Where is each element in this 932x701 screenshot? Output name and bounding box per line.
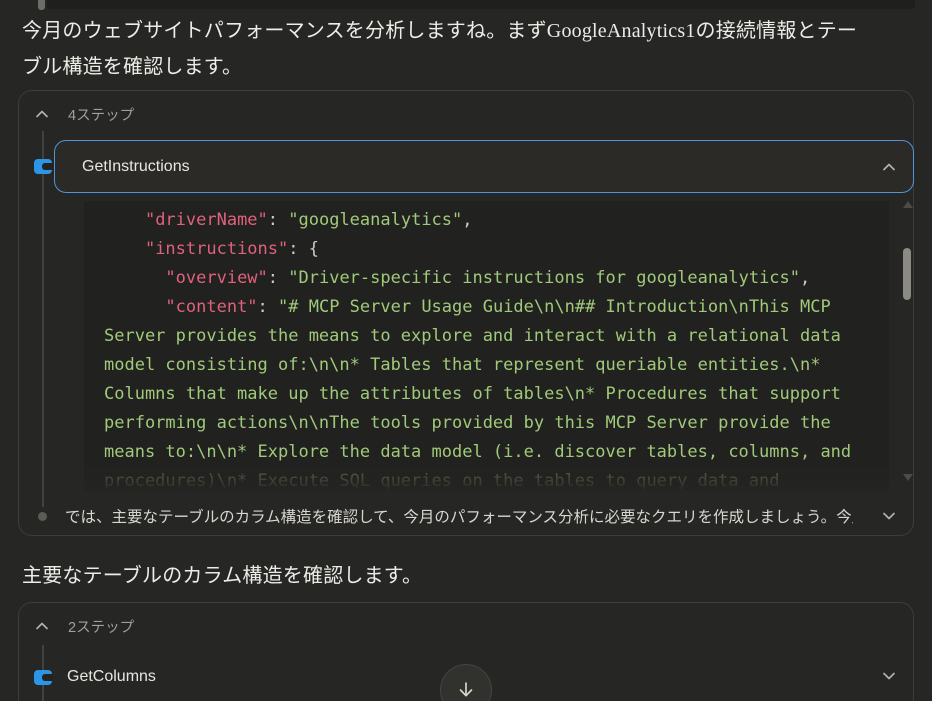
tool-name: GetColumns	[67, 668, 156, 686]
cdata-tool-icon	[34, 159, 52, 174]
cdata-tool-icon	[34, 670, 52, 685]
step-count-label: 2ステップ	[68, 616, 134, 637]
scrollbar-down-arrow-icon[interactable]	[903, 474, 913, 481]
bullet-dot-icon	[38, 512, 47, 521]
cdata-tool-icon-notch	[42, 163, 53, 170]
chat-transcript: 今月のウェブサイトパフォーマンスを分析しますね。まずGoogleAnalytic…	[0, 0, 932, 701]
tool-result-code-block[interactable]: "driverName": "googleanalytics", "instru…	[84, 201, 889, 491]
chevron-down-icon[interactable]	[881, 669, 897, 683]
tool-call-getinstructions[interactable]: GetInstructions	[54, 140, 914, 193]
steps-panel-1: 4ステップ GetInstructions "driverName": "goo…	[18, 90, 914, 536]
tool-name: GetInstructions	[82, 158, 190, 176]
code-bottom-fade	[84, 465, 889, 491]
cdata-tool-icon-notch	[42, 674, 53, 681]
collapsed-step-row[interactable]: では、主要なテーブルのカラム構造を確認して、今月のパフォーマンス分析に必要なクエ…	[19, 495, 915, 537]
assistant-message-1: 今月のウェブサイトパフォーマンスを分析しますね。まずGoogleAnalytic…	[22, 13, 874, 85]
previous-thread-stub	[38, 0, 45, 10]
chevron-up-icon	[34, 107, 50, 121]
scrollbar-up-arrow-icon[interactable]	[903, 201, 913, 208]
chevron-up-icon	[34, 619, 50, 633]
steps-collapse-header-1[interactable]: 4ステップ	[34, 103, 134, 125]
arrow-down-icon	[455, 679, 477, 701]
steps-collapse-header-2[interactable]: 2ステップ	[34, 615, 134, 637]
thread-line	[42, 131, 44, 507]
step-count-label: 4ステップ	[68, 104, 134, 125]
scrollbar-thumb[interactable]	[903, 248, 911, 300]
previous-code-block-edge	[47, 0, 915, 9]
chevron-up-icon[interactable]	[881, 160, 897, 174]
collapsed-step-text: では、主要なテーブルのカラム構造を確認して、今月のパフォーマンス分析に必要なクエ…	[65, 505, 853, 527]
chevron-down-icon[interactable]	[881, 509, 897, 523]
assistant-message-2: 主要なテーブルのカラム構造を確認します。	[22, 558, 902, 594]
code-content: "driverName": "googleanalytics", "instru…	[84, 201, 889, 491]
